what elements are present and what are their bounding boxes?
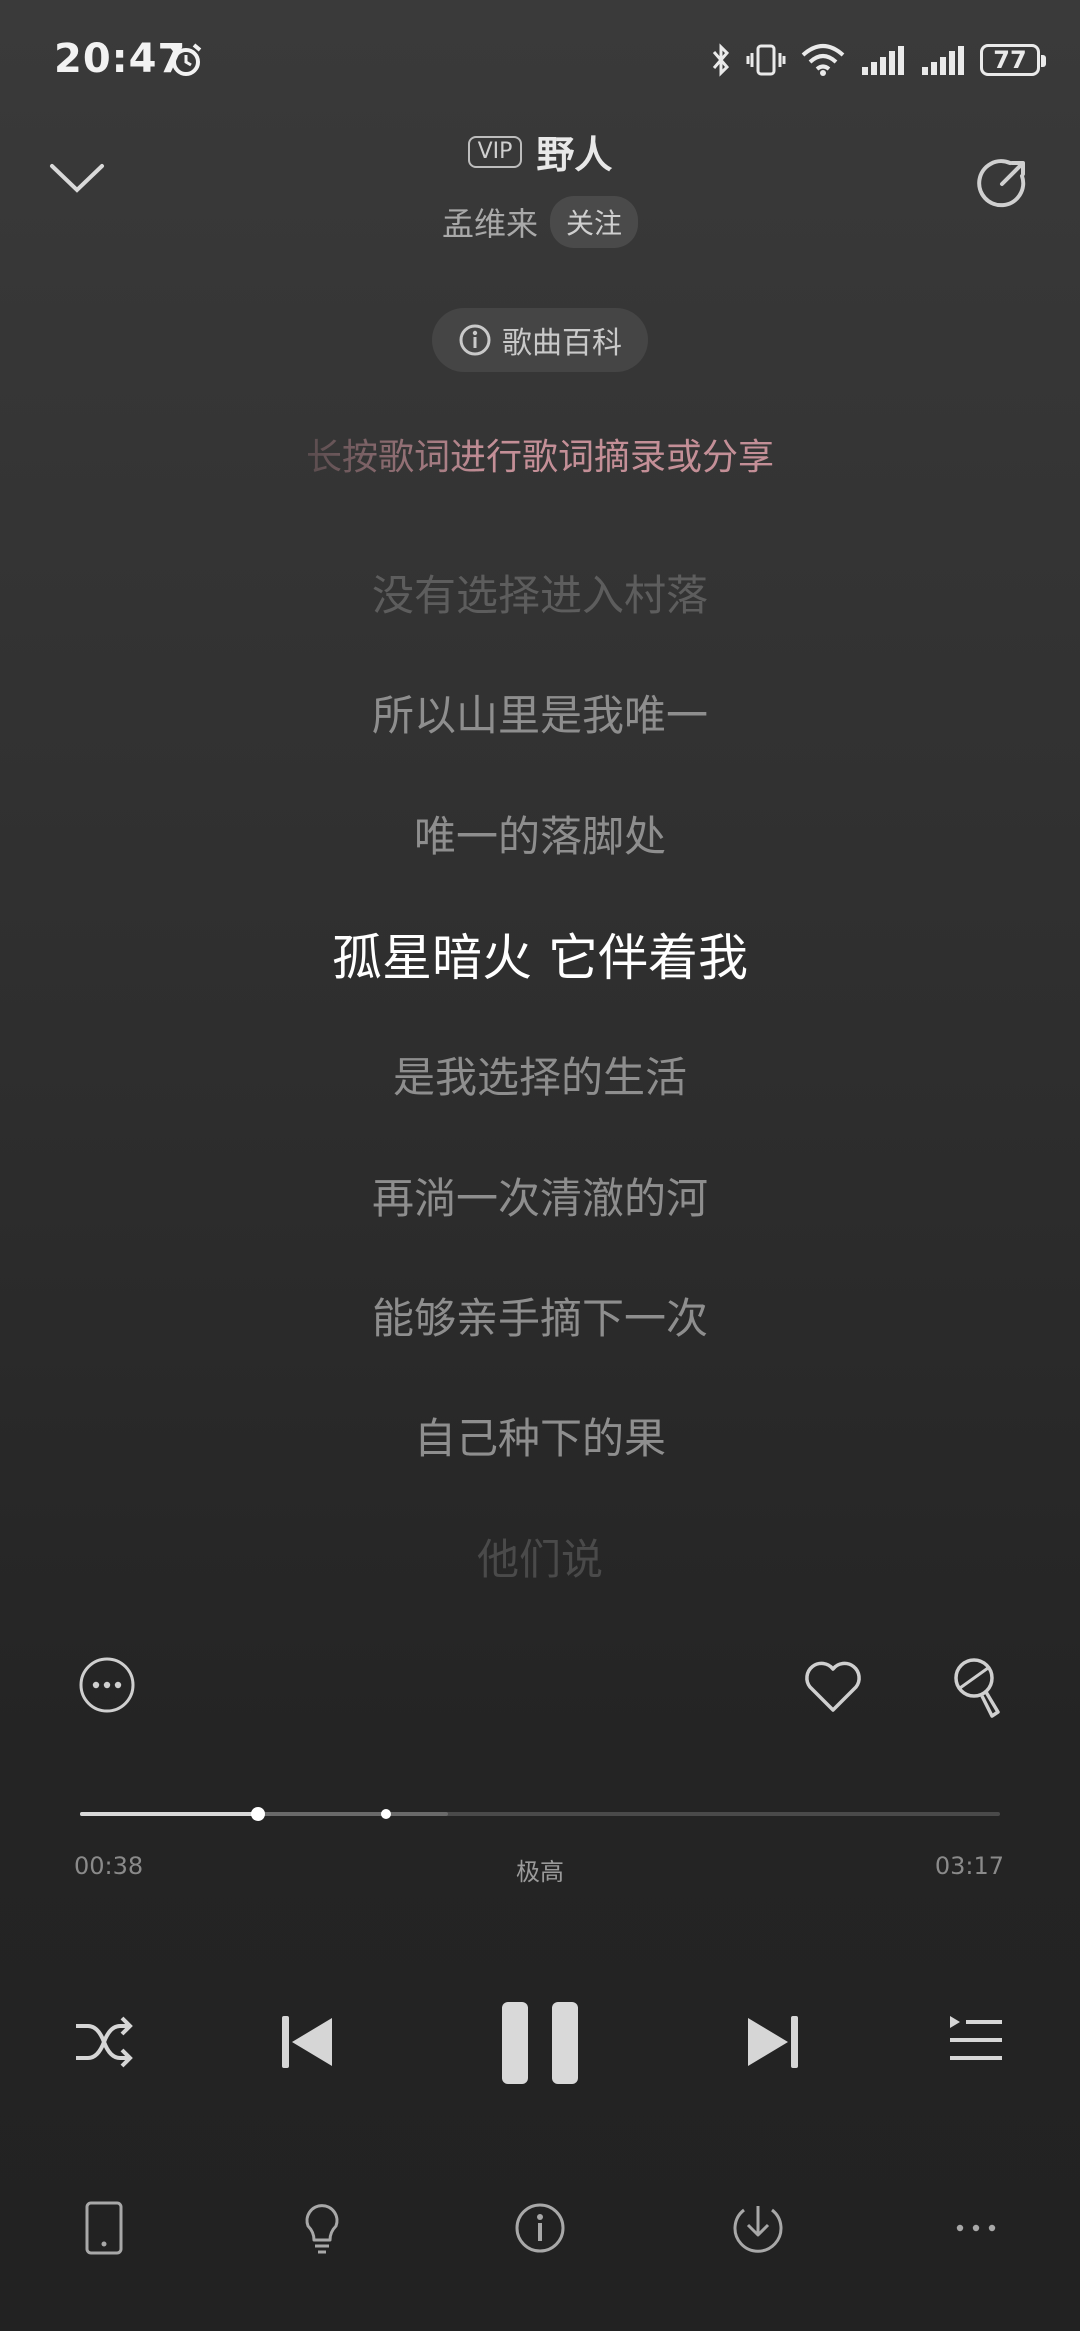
shuffle-icon[interactable]: [72, 2010, 136, 2074]
status-icons: 77: [710, 40, 1046, 80]
battery-level: 77: [993, 46, 1027, 74]
total-time: 03:17: [934, 1852, 1004, 1880]
vip-badge: VIP: [467, 135, 523, 168]
highlight-marker[interactable]: [381, 1809, 392, 1819]
status-time: 20:47: [54, 36, 187, 82]
bluetooth-icon: [712, 43, 730, 77]
artist-name[interactable]: 孟维来: [442, 199, 538, 245]
lightbulb-icon[interactable]: [294, 2200, 350, 2256]
lyric-line[interactable]: 能够亲手摘下一次: [0, 1285, 1080, 1346]
song-title: 野人: [536, 133, 613, 177]
more-options-icon[interactable]: [78, 1656, 136, 1714]
song-title-row: VIP 野人: [0, 124, 1080, 179]
signal-icon: [862, 46, 904, 75]
song-wiki-button[interactable]: 歌曲百科: [432, 308, 648, 372]
lyric-line[interactable]: 他们说: [0, 1526, 1080, 1587]
next-track-icon[interactable]: [744, 2014, 800, 2070]
playlist-icon[interactable]: [948, 2014, 1004, 2068]
progress-fill: [80, 1812, 258, 1816]
more-icon[interactable]: [948, 2200, 1004, 2256]
wifi-icon: [801, 44, 845, 76]
lyric-line[interactable]: 是我选择的生活: [0, 1044, 1080, 1105]
lyric-line[interactable]: 所以山里是我唯一: [0, 682, 1080, 743]
download-icon[interactable]: [730, 2200, 786, 2256]
lyric-line[interactable]: 再淌一次清澈的河: [0, 1165, 1080, 1226]
info-icon[interactable]: [512, 2200, 568, 2256]
signal-icon: [922, 46, 964, 75]
battery-icon: 77: [980, 44, 1046, 76]
microphone-icon[interactable]: [950, 1656, 1006, 1720]
alarm-icon: [170, 43, 202, 76]
audio-quality[interactable]: 极高: [0, 1852, 1080, 1887]
progress-thumb[interactable]: [250, 1807, 265, 1821]
artist-row: 孟维来 关注: [0, 196, 1080, 248]
lyric-line[interactable]: 自己种下的果: [0, 1405, 1080, 1466]
previous-track-icon[interactable]: [280, 2014, 336, 2070]
lyric-line[interactable]: 没有选择进入村落: [0, 562, 1080, 623]
song-wiki-label: 歌曲百科: [502, 326, 622, 361]
share-icon[interactable]: [974, 154, 1034, 214]
vibrate-icon: [746, 44, 786, 76]
info-icon: [459, 324, 491, 356]
lyric-share-hint: 长按歌词进行歌词摘录或分享: [305, 437, 774, 478]
device-icon[interactable]: [76, 2200, 132, 2256]
pause-icon[interactable]: [500, 2000, 580, 2086]
lyric-line-current[interactable]: 孤星暗火 它伴着我: [0, 918, 1080, 990]
heart-icon[interactable]: [802, 1658, 864, 1714]
lyric-line[interactable]: 唯一的落脚处: [0, 803, 1080, 864]
follow-button[interactable]: 关注: [550, 196, 639, 248]
